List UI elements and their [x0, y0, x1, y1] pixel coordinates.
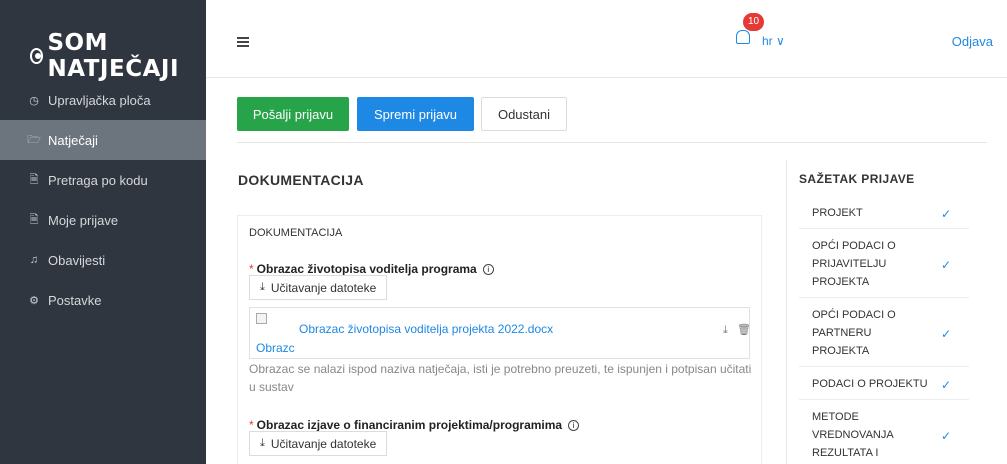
- summary-item-label: METODE VREDNOVANJA REZULTATA I: [812, 411, 894, 459]
- file-thumbnail-alt: Obrazc: [256, 341, 295, 355]
- sidebar-item-label: Obavijesti: [48, 252, 106, 268]
- document-icon: 🗎: [29, 173, 39, 186]
- top-bar: 10 hr ∨ Odjava: [206, 0, 1007, 78]
- sidebar-item-label: Natječaji: [48, 132, 98, 148]
- notification-badge: 10: [743, 13, 764, 31]
- upload-label: Učitavanje datoteke: [270, 436, 377, 451]
- document-icon: 🗎: [29, 213, 39, 226]
- upload-cv-button[interactable]: ⤓ Učitavanje datoteke: [249, 275, 388, 300]
- bell-icon: ♫: [29, 254, 39, 266]
- summary-item-project-data[interactable]: PODACI O PROJEKTU ✓: [799, 367, 969, 400]
- brand-logo[interactable]: SOM NATJEČAJI: [30, 30, 206, 82]
- cancel-button[interactable]: Odustani: [481, 97, 567, 131]
- summary-item-label: OPĆI PODACI O PARTNERU PROJEKTA: [812, 309, 896, 357]
- required-marker: *: [249, 418, 254, 432]
- summary-divider: [786, 160, 787, 464]
- summary-item-label: PROJEKT: [812, 207, 863, 219]
- dashboard-icon: ◷: [29, 94, 39, 107]
- file-actions: ⤓ 🗑: [717, 323, 751, 337]
- sidebar-item-label: Pretraga po kodu: [48, 172, 148, 188]
- field-label-text: Obrazac izjave o financiranim projektima…: [256, 418, 563, 432]
- check-icon: ✓: [940, 207, 951, 221]
- summary-item-applicant[interactable]: OPĆI PODACI O PRIJAVITELJU PROJEKTA ✓: [799, 229, 969, 298]
- check-icon: ✓: [940, 258, 951, 272]
- uploaded-file-link[interactable]: Obrazac životopisa voditelja projekta 20…: [299, 322, 553, 336]
- brand-name: SOM NATJEČAJI: [47, 30, 180, 82]
- language-selector[interactable]: hr ∨: [762, 34, 785, 48]
- bell-icon[interactable]: [736, 30, 750, 44]
- check-icon: ✓: [940, 378, 951, 392]
- info-icon[interactable]: i: [568, 420, 580, 432]
- send-application-button[interactable]: Pošalji prijavu: [237, 97, 349, 131]
- field-label-cv: * Obrazac životopisa voditelja programa i: [249, 262, 494, 276]
- summary-list: PROJEKT ✓ OPĆI PODACI O PRIJAVITELJU PRO…: [799, 196, 969, 464]
- upload-funding-statement-button[interactable]: ⤓ Učitavanje datoteke: [249, 431, 388, 456]
- divider: [237, 142, 987, 143]
- section-title: DOKUMENTACIJA: [238, 172, 364, 188]
- card-title: DOKUMENTACIJA: [249, 227, 343, 239]
- check-icon: ✓: [940, 429, 951, 443]
- summary-item-label: PODACI O PROJEKTU: [812, 378, 928, 390]
- field-label-funding-statement: * Obrazac izjave o financiranim projektim…: [249, 418, 580, 432]
- sidebar-item-my-applications[interactable]: 🗎 Moje prijave: [0, 200, 206, 240]
- download-icon[interactable]: ⤓: [723, 324, 728, 336]
- sidebar-item-notifications[interactable]: ♫ Obavijesti: [0, 240, 206, 280]
- summary-item-project[interactable]: PROJEKT ✓: [799, 196, 969, 229]
- sidebar-item-label: Postavke: [48, 292, 102, 308]
- menu-collapse-icon[interactable]: [237, 37, 249, 47]
- sidebar-item-natjecaji[interactable]: 🗁 Natječaji: [0, 120, 206, 160]
- sidebar-item-search-by-code[interactable]: 🗎 Pretraga po kodu: [0, 160, 206, 200]
- check-icon: ✓: [940, 327, 951, 341]
- field-hint: Obrazac se nalazi ispod naziva natječaja…: [249, 362, 752, 394]
- logo-icon: [30, 48, 44, 64]
- upload-icon: ⤓: [260, 437, 265, 449]
- sidebar-item-settings[interactable]: ⚙ Postavke: [0, 280, 206, 320]
- field-label-text: Obrazac životopisa voditelja programa: [256, 262, 477, 276]
- sidebar-item-dashboard[interactable]: ◷ Upravljačka ploča: [0, 80, 206, 120]
- delete-icon[interactable]: 🗑: [737, 324, 751, 336]
- summary-item-label: OPĆI PODACI O PRIJAVITELJU PROJEKTA: [812, 240, 896, 288]
- upload-icon: ⤓: [260, 281, 265, 293]
- required-marker: *: [249, 262, 254, 276]
- folder-icon: 🗁: [27, 133, 41, 146]
- sidebar: SOM NATJEČAJI ◷ Upravljačka ploča 🗁 Natj…: [0, 0, 206, 464]
- gear-icon: ⚙: [29, 294, 39, 307]
- summary-item-partner[interactable]: OPĆI PODACI O PARTNERU PROJEKTA ✓: [799, 298, 969, 367]
- save-application-button[interactable]: Spremi prijavu: [357, 97, 474, 131]
- upload-label: Učitavanje datoteke: [270, 280, 377, 295]
- logout-link[interactable]: Odjava: [952, 34, 993, 49]
- sidebar-item-label: Moje prijave: [48, 212, 119, 228]
- summary-item-evaluation-methods[interactable]: METODE VREDNOVANJA REZULTATA I ✓: [799, 400, 969, 464]
- info-icon[interactable]: i: [482, 264, 494, 276]
- sidebar-nav: ◷ Upravljačka ploča 🗁 Natječaji 🗎 Pretra…: [0, 80, 206, 320]
- sidebar-item-label: Upravljačka ploča: [48, 92, 151, 108]
- file-thumbnail-icon: [256, 313, 267, 324]
- summary-title: SAŽETAK PRIJAVE: [799, 172, 915, 186]
